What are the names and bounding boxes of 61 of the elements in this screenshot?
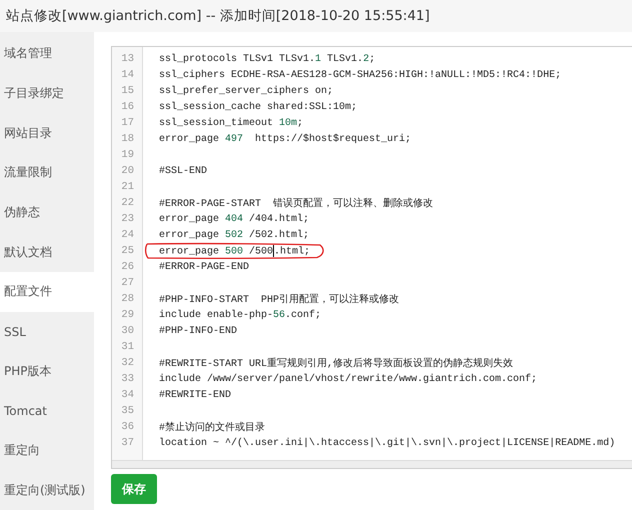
code-line: #ERROR-PAGE-END <box>159 262 250 272</box>
code-line: include /www/server/panel/vhost/rewrite/www.giantrich.com.conf; <box>159 374 538 384</box>
code-line: ssl_protocols TLSv1 TLSv1.1 TLSv1.2; <box>159 54 376 64</box>
sidebar-item[interactable]: 默认文档 <box>0 232 94 272</box>
line-number: 34 <box>120 389 134 401</box>
line-number: 24 <box>120 229 134 241</box>
code-line: #ERROR-PAGE-START 错误页配置，可以注释、删除或修改 <box>159 196 434 210</box>
line-number: 26 <box>120 261 134 273</box>
line-number: 22 <box>120 197 134 209</box>
sidebar-item[interactable]: SSL <box>0 312 94 352</box>
line-number: 21 <box>120 181 134 193</box>
line-number: 37 <box>120 437 134 449</box>
sidebar-item[interactable]: Tomcat <box>0 391 94 431</box>
sidebar-item[interactable]: 重定向 <box>0 430 94 470</box>
code-line: ssl_prefer_server_ciphers on; <box>159 86 334 96</box>
sidebar-item[interactable]: 域名管理 <box>0 34 94 74</box>
line-number: 20 <box>120 165 134 177</box>
line-number: 31 <box>120 341 134 353</box>
code-line: ssl_ciphers ECDHE-RSA-AES128-GCM-SHA256:HIGH:!aNULL:!MD5:!RC4:!DHE; <box>159 70 562 80</box>
line-number: 15 <box>120 85 134 97</box>
sidebar-item[interactable]: 网站目录 <box>0 113 94 154</box>
code-line: error_page 497 https://$host$request_uri; <box>159 134 412 144</box>
sidebar-item[interactable]: PHP版本 <box>0 351 94 392</box>
line-number: 23 <box>120 213 134 225</box>
code-editor[interactable] <box>111 46 632 469</box>
line-number: 30 <box>120 325 134 337</box>
line-number: 33 <box>120 373 134 385</box>
code-line: error_page 404 /404.html; <box>159 214 310 224</box>
line-number: 25 <box>120 245 134 257</box>
line-number: 27 <box>120 277 134 289</box>
code-line: location ~ ^/(\.user.ini|\.htaccess|\.git|\.svn|\.project|LICENSE|README.md) <box>159 438 616 448</box>
line-number: 17 <box>120 117 134 129</box>
code-line: error_page 502 /502.html; <box>159 230 310 240</box>
line-number: 29 <box>120 309 134 321</box>
code-line: #PHP-INFO-END <box>159 326 238 336</box>
code-line: error_page 500 /500.html; <box>159 244 310 258</box>
code-line: #REWRITE-START URL重写规则引用,修改后将导致面板设置的伪静态规则失效 <box>159 356 514 370</box>
code-line: #PHP-INFO-START PHP引用配置，可以注释或修改 <box>159 292 400 306</box>
line-number: 18 <box>120 133 134 145</box>
text-cursor <box>273 244 274 257</box>
line-number: 13 <box>120 53 134 65</box>
sidebar-item[interactable]: 重定向(测试版) <box>0 470 94 510</box>
sidebar-item[interactable]: 流量限制 <box>0 153 94 193</box>
code-line: #禁止访问的文件或目录 <box>159 420 266 434</box>
horizontal-scrollbar[interactable] <box>112 460 632 468</box>
line-number: 16 <box>120 101 134 113</box>
line-number: 28 <box>120 293 134 305</box>
code-line: #SSL-END <box>159 166 208 176</box>
code-line: ssl_session_cache shared:SSL:10m; <box>159 102 358 112</box>
window-title: 站点修改[www.giantrich.com] -- 添加时间[2018-10-20 15:55:41] <box>0 0 632 32</box>
line-number: 36 <box>120 421 134 433</box>
line-number: 32 <box>120 357 134 369</box>
sidebar-item[interactable]: 配置文件 <box>0 272 94 312</box>
sidebar-item[interactable]: 伪静态 <box>0 192 94 232</box>
sidebar-item[interactable]: 子目录绑定 <box>0 74 94 114</box>
code-line: #REWRITE-END <box>159 390 232 400</box>
line-number: 19 <box>120 149 134 161</box>
code-line: include enable-php-56.conf; <box>159 310 322 320</box>
line-number: 35 <box>120 405 134 417</box>
code-line: ssl_session_timeout 10m; <box>159 118 304 128</box>
line-number: 14 <box>120 69 134 81</box>
